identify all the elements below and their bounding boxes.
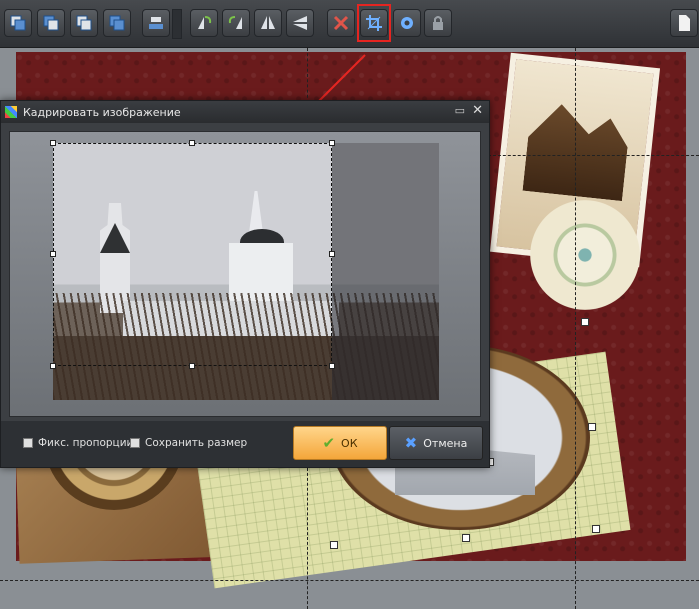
crop-handle[interactable]	[189, 363, 195, 369]
dialog-footer: Фикс. пропорции Сохранить размер ✔ ОК ✖ …	[1, 421, 489, 467]
guide-line	[488, 155, 699, 156]
align-icon	[149, 17, 163, 29]
bring-to-front-button[interactable]	[4, 9, 32, 37]
crop-handle[interactable]	[50, 140, 56, 146]
checkbox-square[interactable]	[23, 438, 33, 448]
flip-vertical-icon	[293, 16, 307, 30]
delete-button[interactable]	[327, 9, 355, 37]
toolbar	[0, 0, 699, 48]
bring-forward-icon	[43, 15, 59, 31]
rotate-left-button[interactable]	[190, 9, 218, 37]
selection-handle[interactable]	[581, 318, 589, 326]
fixed-proportions-checkbox[interactable]: Фикс. пропорции	[23, 437, 133, 449]
selection-handle[interactable]	[588, 423, 596, 431]
crop-dialog: Кадрировать изображение ▭ ✕ Фикс. пропор…	[0, 100, 490, 468]
close-icon[interactable]: ✕	[472, 103, 483, 118]
bring-forward-button[interactable]	[37, 9, 65, 37]
crop-handle[interactable]	[329, 140, 335, 146]
checkbox-square[interactable]	[130, 438, 140, 448]
page-button[interactable]	[670, 9, 698, 37]
selection-handle[interactable]	[592, 525, 600, 533]
send-to-back-icon	[109, 15, 125, 31]
crop-button-highlight	[357, 4, 391, 42]
flower-decoration[interactable]	[530, 200, 640, 310]
keep-size-label: Сохранить размер	[145, 437, 248, 449]
lock-button[interactable]	[424, 9, 452, 37]
flip-horizontal-button[interactable]	[254, 9, 282, 37]
fixed-proportions-label: Фикс. пропорции	[38, 437, 134, 449]
delete-icon	[333, 15, 349, 31]
cancel-label: Отмена	[423, 436, 468, 450]
align-button[interactable]	[142, 9, 170, 37]
dialog-title: Кадрировать изображение	[23, 105, 181, 119]
crop-handle[interactable]	[189, 140, 195, 146]
minimize-icon[interactable]: ▭	[455, 104, 465, 117]
crop-preview-area	[9, 131, 481, 417]
crop-image[interactable]	[50, 140, 439, 400]
crop-handle[interactable]	[50, 363, 56, 369]
selection-handle[interactable]	[330, 541, 338, 549]
flip-horizontal-icon	[261, 16, 275, 29]
ok-button[interactable]: ✔ ОК	[293, 426, 387, 460]
flip-vertical-button[interactable]	[286, 9, 314, 37]
keep-size-checkbox[interactable]: Сохранить размер	[130, 437, 247, 449]
guide-line	[575, 48, 576, 609]
guide-line	[0, 580, 699, 581]
rotate-left-icon	[198, 16, 212, 29]
ok-label: ОК	[341, 436, 358, 450]
send-backward-icon	[76, 15, 92, 31]
cancel-x-icon: ✖	[404, 434, 418, 452]
settings-icon	[401, 17, 413, 29]
house-shape	[523, 101, 632, 201]
crop-handle[interactable]	[329, 251, 335, 257]
lock-icon	[433, 16, 443, 30]
rotate-right-button[interactable]	[222, 9, 250, 37]
settings-button[interactable]	[393, 9, 421, 37]
app-icon	[5, 106, 17, 118]
align-dropdown-arrow[interactable]	[172, 9, 182, 39]
cancel-button[interactable]: ✖ Отмена	[389, 426, 483, 460]
crop-outside-shade	[332, 143, 439, 400]
bring-to-front-icon	[10, 15, 26, 31]
crop-handle[interactable]	[50, 251, 56, 257]
send-backward-button[interactable]	[70, 9, 98, 37]
check-icon: ✔	[322, 434, 336, 452]
rotate-right-icon	[228, 16, 242, 29]
send-to-back-button[interactable]	[103, 9, 131, 37]
dialog-title-bar[interactable]: Кадрировать изображение ▭ ✕	[1, 101, 489, 123]
crop-selection-frame[interactable]	[53, 143, 332, 366]
crop-handle[interactable]	[329, 363, 335, 369]
page-icon	[679, 15, 690, 31]
guide-line	[307, 468, 308, 609]
selection-handle[interactable]	[462, 534, 470, 542]
